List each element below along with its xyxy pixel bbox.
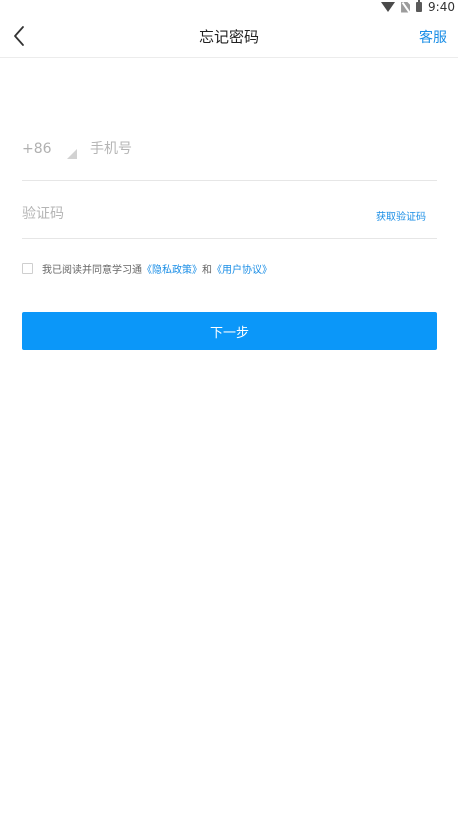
- get-code-button[interactable]: 获取验证码: [376, 208, 426, 223]
- verification-code-input[interactable]: [22, 206, 322, 222]
- wifi-icon: [381, 2, 396, 12]
- nav-bar: 忘记密码 客服: [0, 14, 458, 58]
- user-agreement-link[interactable]: 《用户协议》: [212, 261, 272, 276]
- dropdown-corner-icon[interactable]: [67, 149, 77, 159]
- phone-input[interactable]: [90, 141, 390, 157]
- verification-code-row: 获取验证码: [22, 182, 437, 239]
- page-title: 忘记密码: [198, 28, 259, 46]
- status-time: 9:40: [428, 0, 455, 14]
- privacy-policy-link[interactable]: 《隐私政策》: [142, 261, 202, 276]
- status-bar: 9:40: [0, 0, 458, 14]
- phone-row: +86: [22, 124, 437, 181]
- battery-icon: [416, 0, 423, 12]
- agreement-row: 我已阅读并同意学习通 《隐私政策》 和 《用户协议》: [22, 261, 272, 276]
- next-button[interactable]: 下一步: [22, 312, 437, 350]
- customer-service-button[interactable]: 客服: [419, 27, 447, 47]
- agreement-conjunction: 和: [202, 265, 212, 276]
- agree-checkbox[interactable]: [22, 263, 33, 274]
- country-code-selector[interactable]: +86: [22, 141, 52, 157]
- forgot-password-screen: 9:40 忘记密码 客服 +86 获取验证码 我已阅读并同意学习通 《隐私政策》…: [0, 0, 458, 820]
- no-sim-icon: [401, 1, 411, 13]
- agreement-text: 我已阅读并同意学习通: [42, 265, 142, 276]
